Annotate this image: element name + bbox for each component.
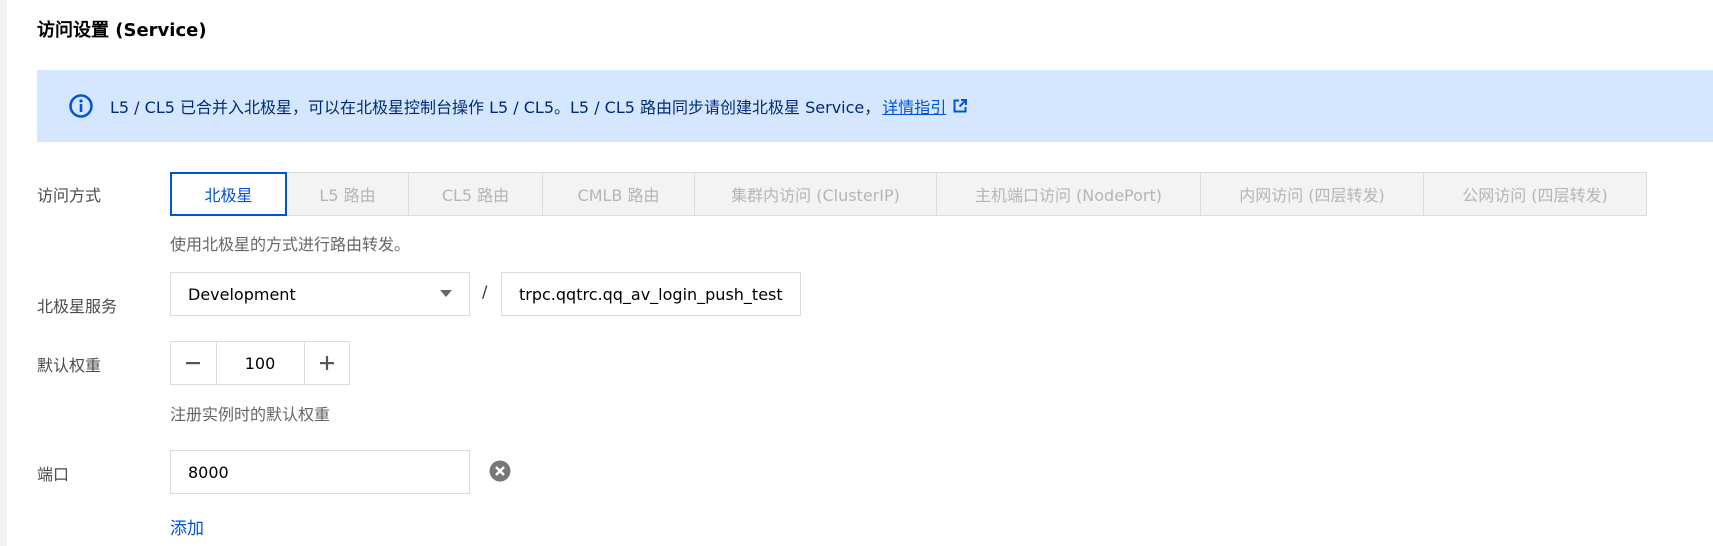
external-link-icon[interactable]: [952, 98, 968, 114]
plus-icon: [319, 356, 334, 370]
port-input[interactable]: [170, 450, 470, 494]
tab-internal-lb[interactable]: 内网访问 (四层转发): [1200, 172, 1424, 216]
environment-select-value: Development: [188, 284, 296, 304]
service-name-input[interactable]: [501, 272, 801, 316]
access-mode-label: 访问方式: [37, 186, 102, 205]
access-mode-tabs: 北极星 L5 路由 CL5 路由 CMLB 路由 集群内访问 (ClusterI…: [170, 172, 1647, 216]
tab-cluster-ip[interactable]: 集群内访问 (ClusterIP): [694, 172, 937, 216]
environment-select[interactable]: Development: [170, 272, 470, 316]
tab-node-port[interactable]: 主机端口访问 (NodePort): [936, 172, 1201, 216]
close-circle-icon: [489, 460, 511, 482]
polaris-service-label: 北极星服务: [37, 297, 118, 316]
remove-port-button[interactable]: [489, 460, 511, 482]
section-title: 访问设置 (Service): [37, 20, 207, 41]
tab-polaris[interactable]: 北极星: [170, 172, 287, 216]
default-weight-label: 默认权重: [37, 356, 102, 375]
info-circle-icon: [68, 93, 94, 119]
chevron-down-icon: [440, 290, 452, 298]
notice-text: L5 / CL5 已合并入北极星，可以在北极星控制台操作 L5 / CL5。L5…: [110, 98, 881, 117]
increment-button[interactable]: [305, 342, 350, 384]
port-label: 端口: [37, 465, 70, 484]
add-port-link[interactable]: 添加: [170, 514, 204, 539]
minus-icon: [186, 362, 201, 365]
tab-l5-route[interactable]: L5 路由: [286, 172, 409, 216]
tab-cl5-route[interactable]: CL5 路由: [408, 172, 543, 216]
weight-stepper: 100: [170, 341, 350, 385]
notice-banner: L5 / CL5 已合并入北极星，可以在北极星控制台操作 L5 / CL5。L5…: [37, 70, 1713, 142]
tab-public-lb[interactable]: 公网访问 (四层转发): [1423, 172, 1647, 216]
decrement-button[interactable]: [171, 342, 216, 384]
details-guide-link[interactable]: 详情指引: [882, 94, 946, 118]
weight-value[interactable]: 100: [215, 342, 305, 384]
service-separator: /: [482, 282, 488, 301]
weight-help: 注册实例时的默认权重: [170, 405, 331, 424]
tab-cmlb-route[interactable]: CMLB 路由: [542, 172, 695, 216]
page-left-border: [0, 0, 7, 546]
access-mode-help: 使用北极星的方式进行路由转发。: [170, 235, 411, 254]
access-settings-page: { "section": { "title": "访问设置 (Service)"…: [0, 0, 1713, 546]
